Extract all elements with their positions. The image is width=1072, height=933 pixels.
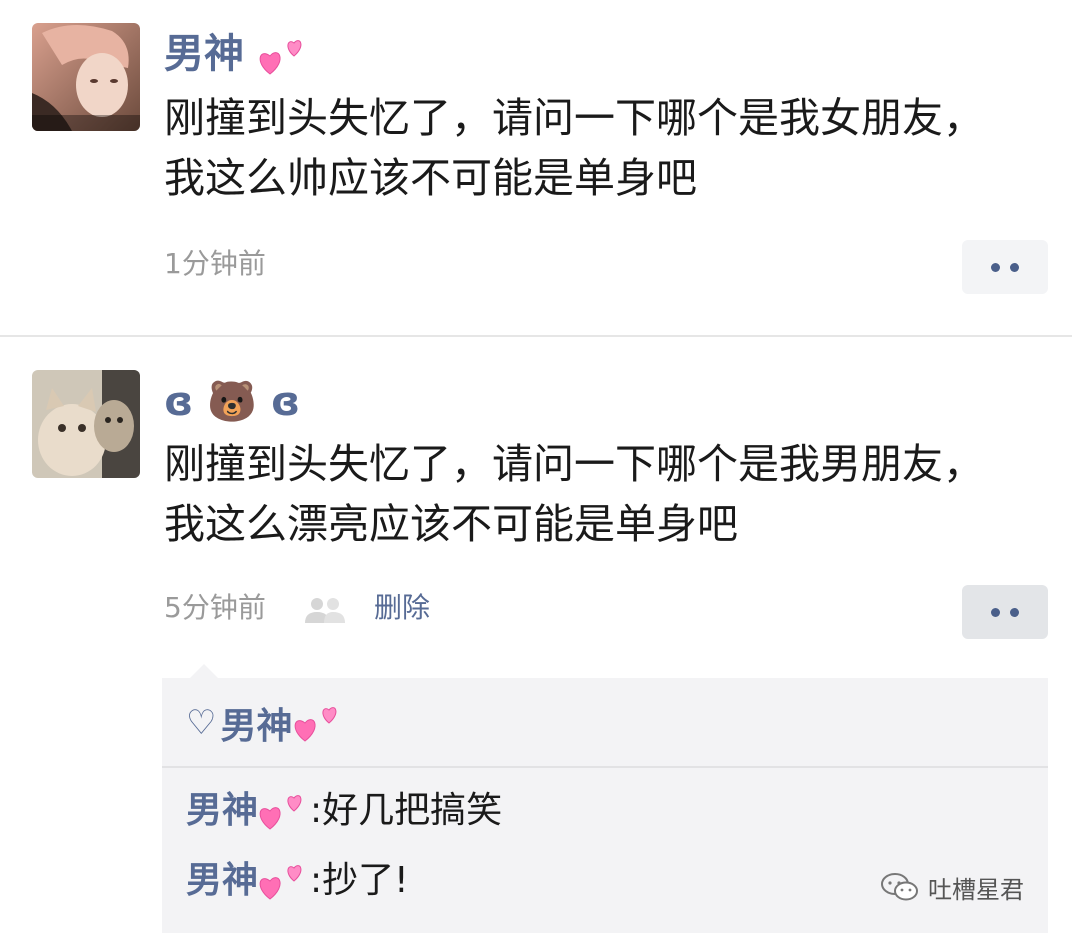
post-author-name[interactable]: ɞ 🐻 ɞ bbox=[164, 378, 300, 426]
sparkling-hearts-icon bbox=[258, 34, 308, 78]
sparkling-hearts-icon bbox=[258, 859, 308, 903]
like-heart-icon: ♡ bbox=[186, 703, 217, 743]
sparkling-hearts-icon bbox=[258, 789, 308, 833]
post-author-name[interactable]: 男神 bbox=[164, 30, 308, 78]
comment-item[interactable]: 男神 : 好几把搞笑 bbox=[186, 786, 502, 836]
delete-link[interactable]: 删除 bbox=[374, 590, 430, 626]
watermark: 吐槽星君 bbox=[880, 872, 1024, 904]
comment-divider bbox=[162, 766, 1048, 768]
likes-row: ♡ 男神 bbox=[186, 698, 343, 748]
more-actions-button[interactable] bbox=[962, 585, 1048, 639]
avatar[interactable] bbox=[32, 23, 140, 131]
moment-post: ɞ 🐻 ɞ 刚撞到头失忆了，请问一下哪个是我男朋友，我这么漂亮应该不可能是单身吧… bbox=[0, 338, 1072, 933]
comment-item[interactable]: 男神 : 抄了! bbox=[186, 856, 409, 906]
post-divider bbox=[0, 335, 1072, 337]
comment-separator: : bbox=[310, 790, 323, 831]
two-person-icon bbox=[305, 598, 345, 623]
more-dots-icon bbox=[1010, 262, 1019, 272]
comment-author[interactable]: 男神 bbox=[186, 856, 258, 906]
comment-separator: : bbox=[310, 860, 323, 901]
watermark-text: 吐槽星君 bbox=[928, 875, 1024, 904]
avatar-image bbox=[32, 23, 140, 131]
post-time: 1分钟前 bbox=[164, 247, 266, 280]
like-name[interactable]: 男神 bbox=[220, 697, 292, 749]
more-dots-icon bbox=[991, 607, 1000, 617]
wechat-logo-icon bbox=[881, 873, 918, 901]
post-content: 刚撞到头失忆了，请问一下哪个是我男朋友，我这么漂亮应该不可能是单身吧 bbox=[164, 440, 984, 548]
more-actions-button[interactable] bbox=[962, 240, 1048, 294]
avatar-image bbox=[32, 370, 140, 478]
post-time: 5分钟前 bbox=[164, 591, 266, 624]
more-dots-icon bbox=[991, 262, 1000, 272]
moment-post: 男神 刚撞到头失忆了，请问一下哪个是我女朋友，我这么帅应该不可能是单身吧 1分钟… bbox=[0, 0, 1072, 336]
author-name-text: 男神 bbox=[164, 31, 244, 77]
more-dots-icon bbox=[1010, 607, 1019, 617]
avatar[interactable] bbox=[32, 370, 140, 478]
comment-text: 好几把搞笑 bbox=[322, 790, 503, 831]
post-content: 刚撞到头失忆了，请问一下哪个是我女朋友，我这么帅应该不可能是单身吧 bbox=[164, 94, 984, 202]
comment-box-pointer bbox=[190, 664, 218, 678]
comment-author[interactable]: 男神 bbox=[186, 786, 258, 836]
comment-text: 抄了! bbox=[322, 860, 409, 901]
sparkling-hearts-icon bbox=[293, 701, 343, 745]
